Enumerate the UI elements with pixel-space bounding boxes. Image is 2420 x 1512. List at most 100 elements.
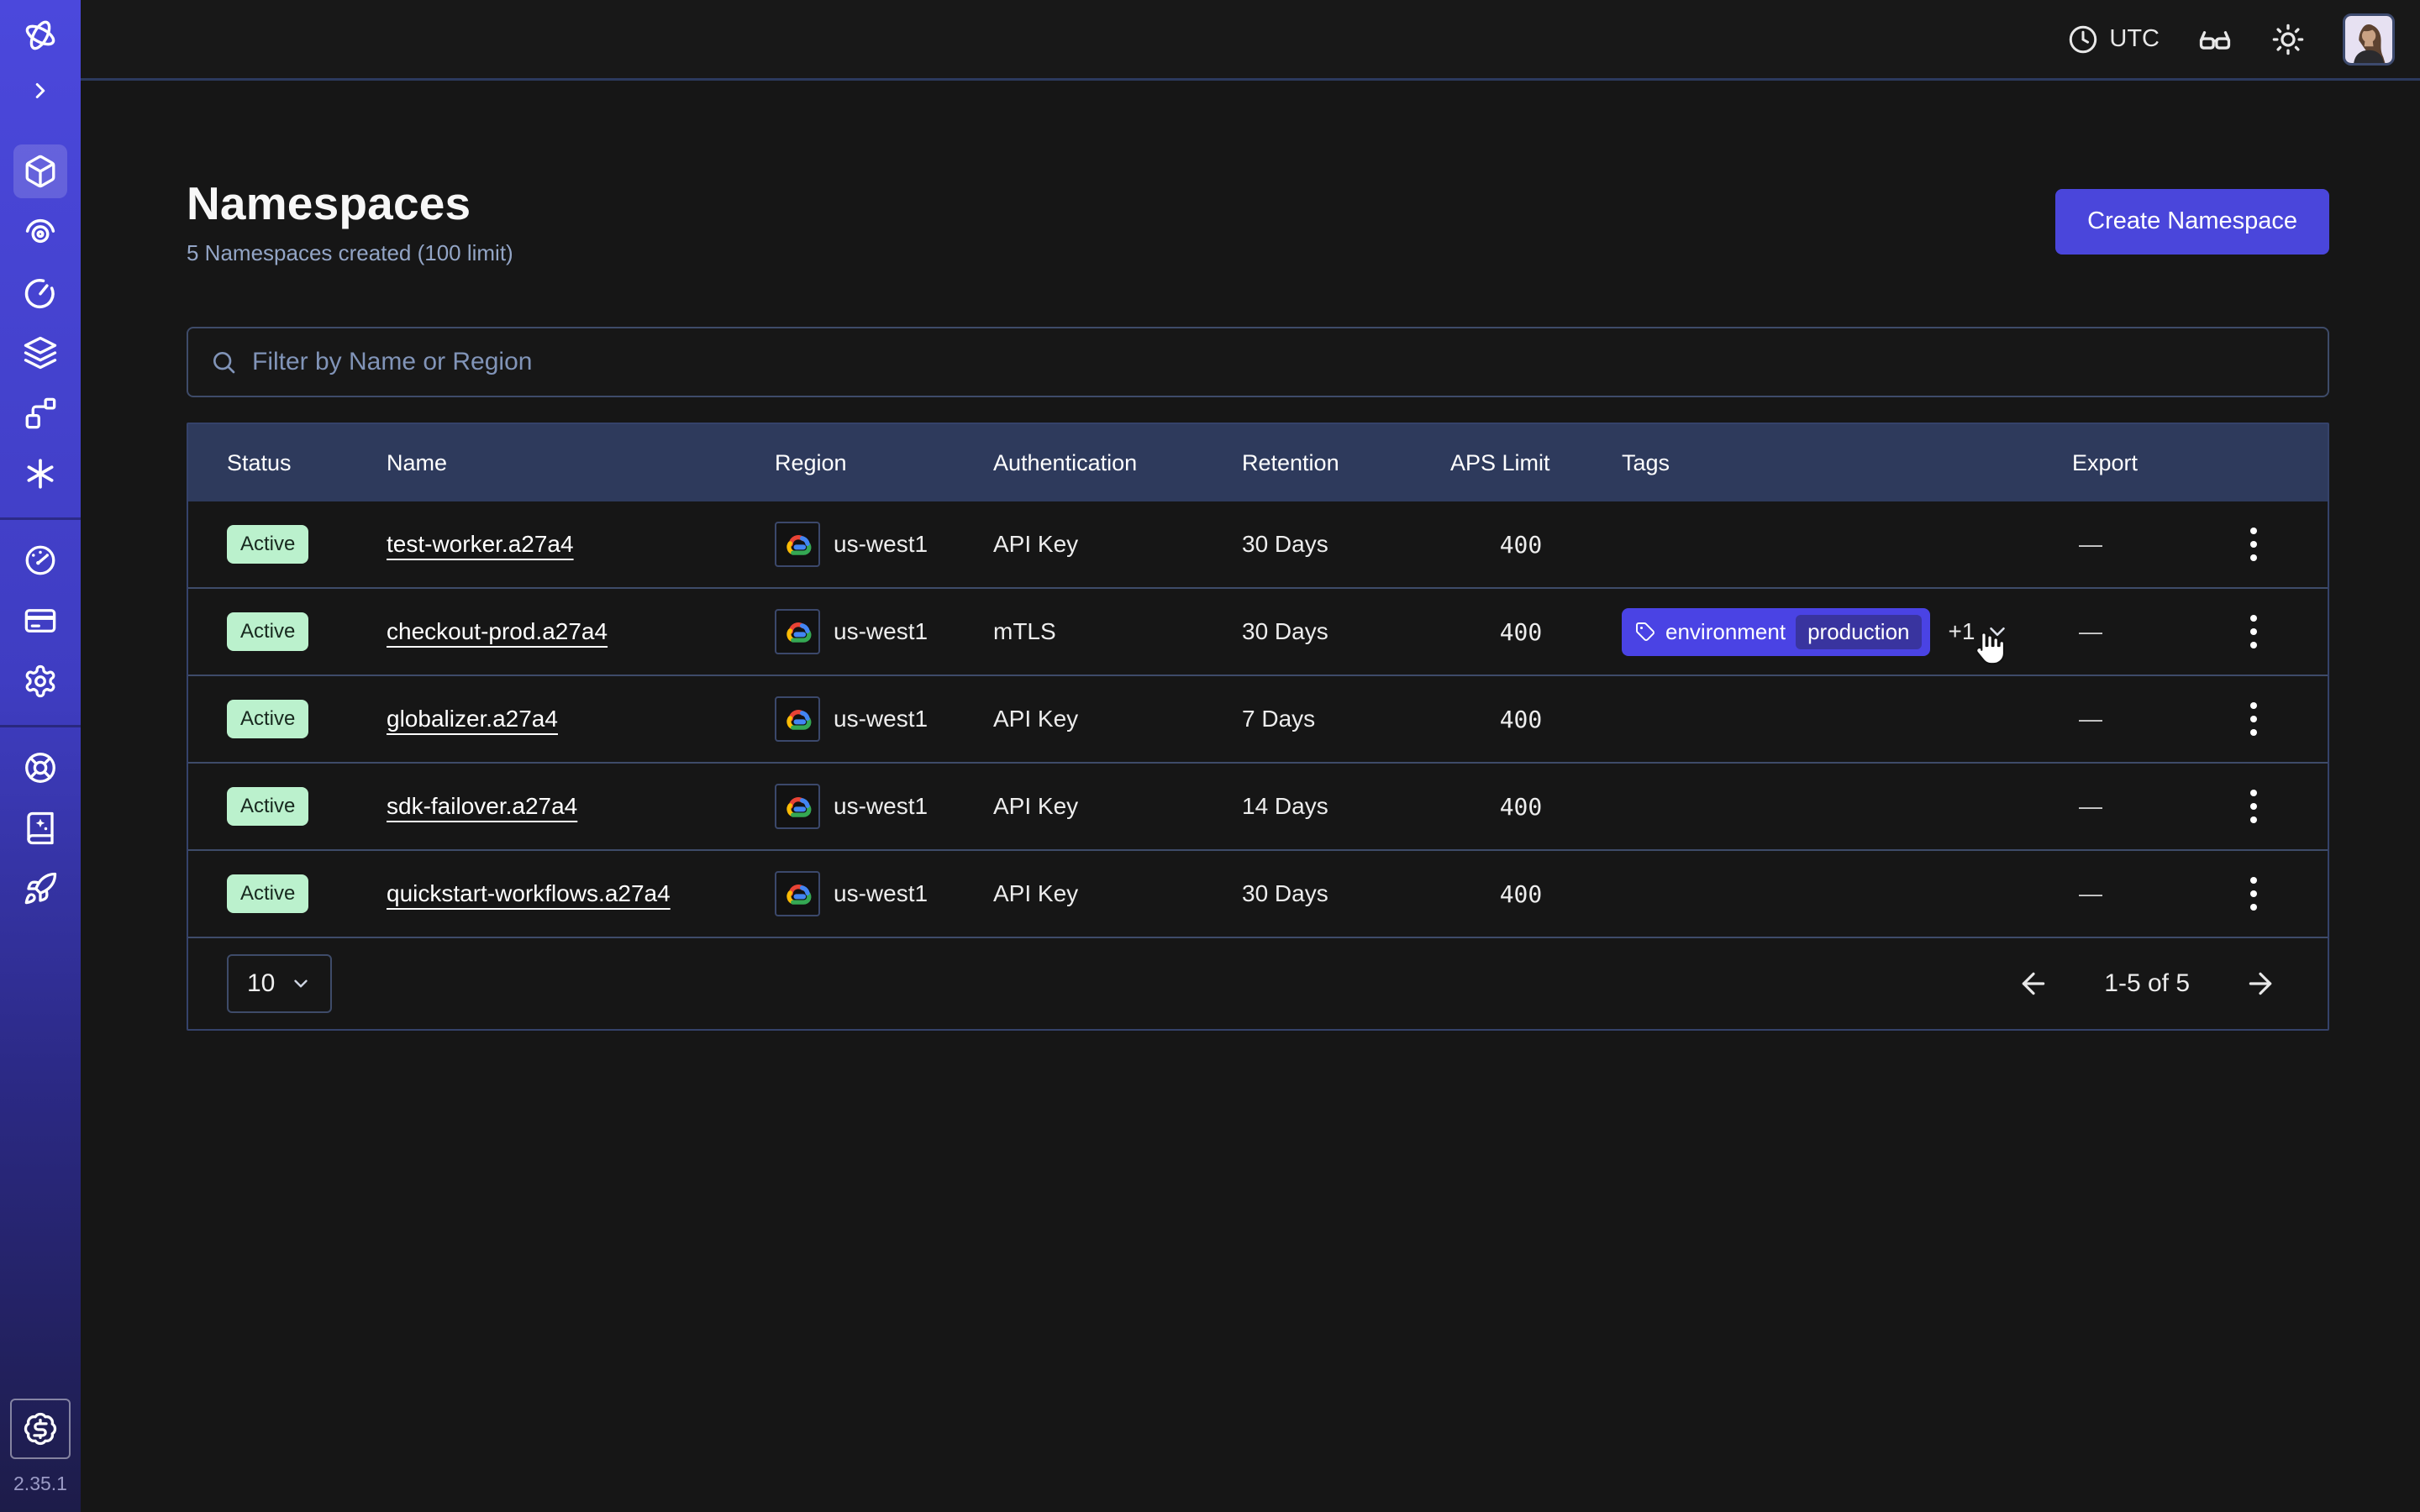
sidebar-item-3[interactable] <box>13 265 67 319</box>
sidebar-item-usage[interactable] <box>13 533 67 587</box>
auth-value: API Key <box>993 880 1242 907</box>
chevron-right-icon[interactable] <box>24 74 57 108</box>
filter-box <box>187 327 2329 397</box>
table-row: Active quickstart-workflows.a27a4 us-wes… <box>188 851 2328 938</box>
status-badge: Active <box>227 525 308 564</box>
clock-icon <box>2067 24 2099 55</box>
credit-card-icon <box>23 603 58 638</box>
iris-icon <box>23 214 58 249</box>
page-size-select[interactable]: 10 <box>227 954 332 1013</box>
gauge-icon <box>23 543 58 578</box>
aps-value: 400 <box>1450 706 1622 733</box>
chevron-down-icon <box>290 973 312 995</box>
create-namespace-button[interactable]: Create Namespace <box>2055 189 2329 255</box>
sidebar-item-namespaces[interactable] <box>13 144 67 198</box>
table-row: Active globalizer.a27a4 us-west1 API Key… <box>188 676 2328 764</box>
timezone-selector[interactable]: UTC <box>2067 24 2160 55</box>
aps-value: 400 <box>1450 880 1622 908</box>
status-badge: Active <box>227 612 308 651</box>
sun-icon[interactable] <box>2270 22 2306 57</box>
retention-value: 14 Days <box>1242 793 1450 820</box>
cube-icon <box>23 154 58 189</box>
table-row: Active test-worker.a27a4 us-west1 API Ke… <box>188 501 2328 589</box>
table-footer: 10 1-5 of 5 <box>188 938 2328 1029</box>
chevron-down-icon[interactable] <box>1985 619 2010 644</box>
col-authentication: Authentication <box>993 450 1242 476</box>
gear-icon <box>23 664 58 699</box>
col-aps-limit: APS Limit <box>1450 450 1622 476</box>
book-sparkles-icon <box>23 811 58 846</box>
retention-value: 30 Days <box>1242 531 1450 558</box>
timezone-label: UTC <box>2109 25 2160 53</box>
row-menu-button[interactable] <box>2230 870 2277 917</box>
col-status: Status <box>188 450 387 476</box>
export-value: — <box>2072 618 2218 645</box>
row-menu-button[interactable] <box>2230 521 2277 568</box>
google-cloud-icon <box>775 696 820 742</box>
namespace-link[interactable]: test-worker.a27a4 <box>387 531 574 557</box>
row-menu-button[interactable] <box>2230 696 2277 743</box>
tag-value: production <box>1796 615 1921 649</box>
sidebar-item-settings[interactable] <box>13 654 67 708</box>
namespace-link[interactable]: sdk-failover.a27a4 <box>387 793 577 819</box>
search-icon <box>210 349 237 375</box>
auth-value: API Key <box>993 531 1242 558</box>
user-avatar[interactable] <box>2343 13 2395 66</box>
table-header: Status Name Region Authentication Retent… <box>188 424 2328 501</box>
status-badge: Active <box>227 874 308 913</box>
sidebar-divider <box>0 725 81 727</box>
sidebar-item-support[interactable] <box>13 741 67 795</box>
google-cloud-icon <box>775 522 820 567</box>
sidebar-item-5[interactable] <box>13 386 67 440</box>
retention-value: 30 Days <box>1242 618 1450 645</box>
namespace-link[interactable]: checkout-prod.a27a4 <box>387 618 608 644</box>
sidebar-item-2[interactable] <box>13 205 67 259</box>
sidebar-item-billing[interactable] <box>13 594 67 648</box>
sidebar-item-getting-started[interactable] <box>13 862 67 916</box>
auth-value: API Key <box>993 706 1242 732</box>
export-value: — <box>2072 706 2218 732</box>
sidebar-item-docs[interactable] <box>13 801 67 855</box>
timer-icon <box>23 275 58 310</box>
tag-icon <box>1635 622 1655 642</box>
retention-value: 7 Days <box>1242 706 1450 732</box>
col-region: Region <box>775 450 993 476</box>
glasses-icon[interactable] <box>2196 21 2233 58</box>
layers-icon <box>23 335 58 370</box>
aps-value: 400 <box>1450 618 1622 646</box>
namespace-link[interactable]: globalizer.a27a4 <box>387 706 558 732</box>
table-row: Active sdk-failover.a27a4 us-west1 API K… <box>188 764 2328 851</box>
sidebar-item-pricing[interactable] <box>10 1399 71 1459</box>
filter-input[interactable] <box>252 348 2306 376</box>
rocket-icon <box>23 871 58 906</box>
row-menu-button[interactable] <box>2230 608 2277 655</box>
namespaces-table: Status Name Region Authentication Retent… <box>187 423 2329 1031</box>
pagination-range: 1-5 of 5 <box>2104 969 2190 998</box>
prev-page-button[interactable] <box>2017 967 2050 1000</box>
col-retention: Retention <box>1242 450 1450 476</box>
lifebuoy-icon <box>23 750 58 785</box>
region-label: us-west1 <box>834 793 928 820</box>
app-version: 2.35.1 <box>13 1473 67 1495</box>
row-menu-button[interactable] <box>2230 783 2277 830</box>
export-value: — <box>2072 531 2218 558</box>
tag-chip[interactable]: environment production <box>1622 608 1930 656</box>
col-export: Export <box>2072 450 2218 476</box>
badge-dollar-icon <box>23 1411 58 1446</box>
export-value: — <box>2072 793 2218 820</box>
page-size-value: 10 <box>247 969 275 998</box>
status-badge: Active <box>227 700 308 738</box>
sidebar-item-4[interactable] <box>13 326 67 380</box>
google-cloud-icon <box>775 784 820 829</box>
auth-value: API Key <box>993 793 1242 820</box>
export-value: — <box>2072 880 2218 907</box>
next-page-button[interactable] <box>2244 967 2277 1000</box>
main-content: Namespaces 5 Namespaces created (100 lim… <box>81 81 2420 1512</box>
sidebar-item-6[interactable] <box>13 447 67 501</box>
region-label: us-west1 <box>834 706 928 732</box>
temporal-logo-icon[interactable] <box>18 13 62 57</box>
tag-more-count: +1 <box>1949 618 1975 645</box>
sidebar: 2.35.1 <box>0 0 81 1512</box>
namespace-link[interactable]: quickstart-workflows.a27a4 <box>387 880 671 906</box>
topbar: UTC <box>81 0 2420 81</box>
